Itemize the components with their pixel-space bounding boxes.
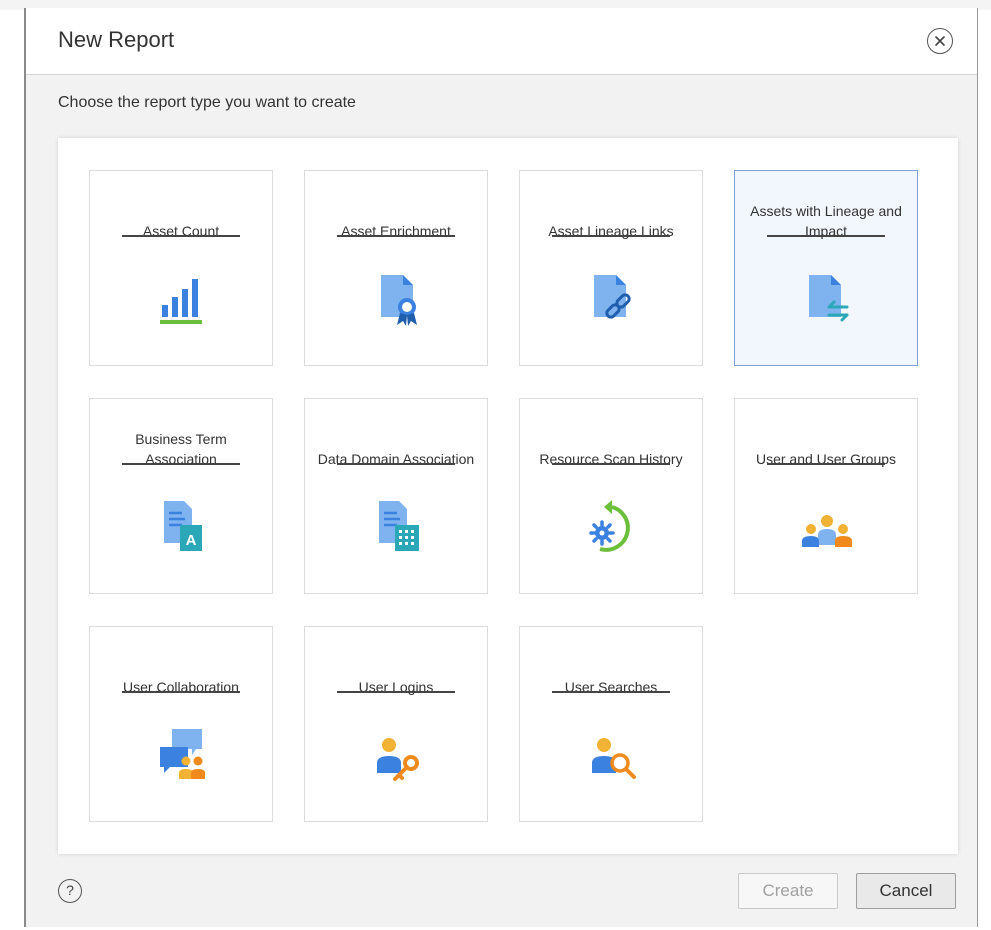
report-tile-user-logins[interactable]: User Logins [304, 626, 488, 822]
report-tile-resource-scan-history[interactable]: Resource Scan History [519, 398, 703, 594]
tile-divider [552, 691, 670, 693]
user-key-icon [377, 738, 419, 781]
report-tile-label: User and User Groups [755, 451, 897, 467]
report-type-panel: Asset Count Asset Enrichment Asset Linea… [58, 138, 958, 854]
gear-history-icon [589, 500, 630, 552]
report-tile-label: Asset Count [142, 223, 220, 239]
tile-divider [767, 463, 885, 465]
tile-divider [122, 463, 240, 465]
create-button[interactable]: Create [738, 873, 838, 909]
report-tile-label: Data Domain Association [317, 451, 475, 467]
document-link-icon [594, 275, 631, 319]
close-button[interactable] [927, 28, 953, 54]
document-award-icon [381, 275, 417, 326]
dialog-header: New Report [26, 8, 977, 75]
tile-divider [337, 691, 455, 693]
tile-divider [337, 235, 455, 237]
dialog-subtitle: Choose the report type you want to creat… [58, 94, 356, 111]
report-tile-label: Asset Lineage Links [548, 223, 674, 239]
cancel-button[interactable]: Cancel [856, 873, 956, 909]
report-tile-label: User Collaboration [123, 679, 239, 695]
new-report-dialog: New Report Choose the report type you wa… [24, 8, 978, 927]
tile-divider [122, 235, 240, 237]
svg-text:A: A [186, 532, 197, 549]
report-tile-business-term-association[interactable]: Business Term Association A [89, 398, 273, 594]
tile-divider [552, 463, 670, 465]
dialog-footer: ? Create Cancel [26, 857, 977, 927]
document-exchange-icon [809, 275, 849, 322]
dialog-title: New Report [58, 27, 175, 52]
user-search-icon [592, 738, 636, 779]
tile-divider [552, 235, 670, 237]
report-tile-label: User Searches [564, 679, 658, 695]
report-tile-label: Asset Enrichment [341, 223, 451, 239]
report-tile-user-searches[interactable]: User Searches [519, 626, 703, 822]
report-tile-user-collaboration[interactable]: User Collaboration [89, 626, 273, 822]
report-tile-asset-count[interactable]: Asset Count [89, 170, 273, 366]
bar-chart-icon [160, 279, 202, 324]
tile-divider [337, 463, 455, 465]
tile-divider [767, 235, 885, 237]
document-grid-icon [379, 501, 419, 551]
close-icon [935, 36, 945, 46]
report-tile-asset-enrichment[interactable]: Asset Enrichment [304, 170, 488, 366]
report-tile-label: Resource Scan History [539, 451, 683, 467]
report-tile-data-domain-association[interactable]: Data Domain Association [304, 398, 488, 594]
tile-divider [122, 691, 240, 693]
report-tile-user-and-user-groups[interactable]: User and User Groups [734, 398, 918, 594]
user-group-icon [802, 515, 852, 547]
report-tile-label: User Logins [358, 679, 434, 695]
report-tile-asset-lineage-links[interactable]: Asset Lineage Links [519, 170, 703, 366]
help-button[interactable]: ? [58, 879, 82, 903]
document-glossary-icon: A [164, 501, 202, 551]
chat-users-icon [160, 729, 205, 779]
report-tile-assets-with-lineage-and-impact[interactable]: Assets with Lineage and Impact [734, 170, 918, 366]
